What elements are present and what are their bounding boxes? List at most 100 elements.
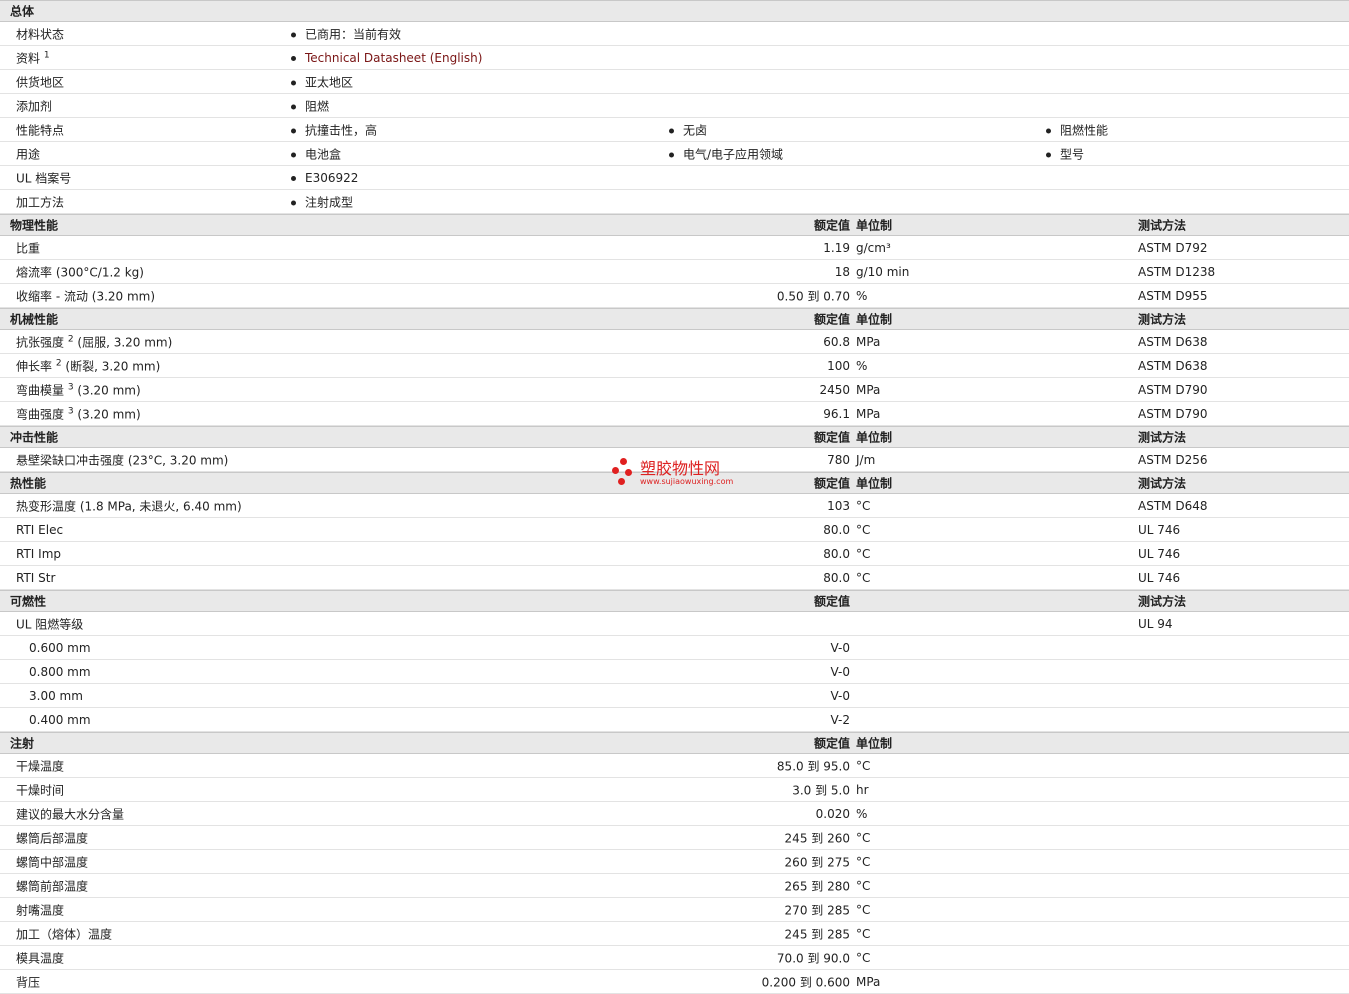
row-label-text: 性能特点: [16, 123, 65, 137]
property-label: 弯曲强度 3 (3.20 mm): [16, 405, 141, 422]
bullet-item: 电池盒: [291, 145, 341, 162]
column-header-rated: 额定值: [813, 218, 850, 233]
property-row: 螺筒前部温度 265 到 280 °C: [0, 874, 1349, 898]
test-method: ASTM D955: [1138, 288, 1208, 303]
bullet-icon: [669, 152, 674, 157]
general-row: 加工方法 注射成型: [0, 190, 1349, 214]
property-label: 干燥温度: [16, 757, 64, 774]
bullet-text: 阻燃性能: [1060, 123, 1109, 137]
bullet-item: 电气/电子应用领域: [669, 145, 783, 162]
column-header-rated: 额定值: [813, 430, 850, 445]
property-condition: (3.20 mm): [73, 407, 141, 421]
property-name: 抗张强度: [16, 335, 65, 349]
property-unit: MPa: [856, 382, 881, 397]
section-title: 冲击性能: [10, 430, 59, 445]
property-row: 螺筒中部温度 260 到 275 °C: [0, 850, 1349, 874]
property-value: 96.1: [823, 406, 850, 421]
property-name: 加工（熔体）温度: [16, 927, 113, 941]
property-value: V-0: [830, 688, 850, 703]
property-unit: °C: [856, 546, 871, 561]
property-name: RTI Imp: [16, 546, 61, 561]
footnote-mark: 1: [43, 50, 50, 60]
property-row: RTI Imp 80.0 °C UL 746: [0, 542, 1349, 566]
bullet-text: E306922: [305, 170, 359, 185]
general-row: 添加剂 阻燃: [0, 94, 1349, 118]
column-header-unit: 单位制: [856, 476, 893, 491]
general-row: 资料 1 Technical Datasheet (English): [0, 46, 1349, 70]
property-unit: °C: [856, 758, 871, 773]
test-method: ASTM D638: [1138, 358, 1208, 373]
bullet-item: 已商用：当前有效: [291, 25, 401, 42]
row-label: 供货地区: [16, 73, 64, 90]
property-row: 射嘴温度 270 到 285 °C: [0, 898, 1349, 922]
property-value: 3.0 到 5.0: [792, 783, 850, 797]
general-row: 性能特点 抗撞击性，高 无卤 阻燃性能: [0, 118, 1349, 142]
property-name: 热变形温度 (1.8 MPa, 未退火, 6.40 mm): [16, 499, 242, 513]
column-header-rated: 额定值: [813, 476, 850, 491]
property-value: V-0: [830, 664, 850, 679]
property-value: 260 到 275: [784, 855, 850, 869]
row-label-text: 材料状态: [16, 27, 65, 41]
property-value: 0.200 到 0.600: [761, 975, 850, 989]
property-row: 弯曲强度 3 (3.20 mm) 96.1 MPa ASTM D790: [0, 402, 1349, 426]
bullet-item: 无卤: [669, 121, 707, 138]
property-row: 收缩率 - 流动 (3.20 mm) 0.50 到 0.70% ASTM D955: [0, 284, 1349, 308]
property-label: RTI Str: [16, 571, 55, 585]
bullet-icon: [291, 128, 296, 133]
property-name: 螺筒中部温度: [16, 855, 89, 869]
property-value: 60.8: [823, 334, 850, 349]
row-label-text: 加工方法: [16, 195, 65, 209]
property-row: 加工（熔体）温度 245 到 285 °C: [0, 922, 1349, 946]
row-label: 材料状态: [16, 25, 64, 42]
property-condition: (3.20 mm): [73, 383, 141, 397]
column-header-rated: 额定值: [813, 312, 850, 327]
property-label: 比重: [16, 239, 40, 256]
column-header-unit: 单位制: [856, 312, 893, 327]
property-row: 热变形温度 (1.8 MPa, 未退火, 6.40 mm) 103 °C ASTM D…: [0, 494, 1349, 518]
property-label: 悬壁梁缺口冲击强度 (23°C, 3.20 mm): [16, 451, 228, 468]
column-header-method: 测试方法: [1138, 312, 1187, 327]
row-label: 添加剂: [16, 97, 52, 114]
property-row: RTI Elec 80.0 °C UL 746: [0, 518, 1349, 542]
property-row: 3.00 mm V-0: [0, 684, 1349, 708]
row-label-text: UL 档案号: [16, 171, 72, 185]
column-header-unit: 单位制: [856, 736, 893, 751]
property-unit: %: [856, 806, 868, 821]
property-name: 弯曲强度: [16, 407, 65, 421]
datasheet-link[interactable]: Technical Datasheet (English): [291, 51, 482, 65]
row-label-text: 供货地区: [16, 75, 65, 89]
property-unit: MPa: [856, 334, 881, 349]
column-header-method: 测试方法: [1138, 430, 1187, 445]
bullet-icon: [291, 175, 296, 181]
property-name: 弯曲模量: [16, 383, 65, 397]
bullet-text: 阻燃: [305, 99, 330, 113]
bullet-icon: [1046, 152, 1051, 157]
test-method: UL 746: [1138, 570, 1181, 585]
property-name: 0.800 mm: [29, 664, 91, 679]
test-method: ASTM D648: [1138, 498, 1208, 513]
property-row: 螺筒后部温度 245 到 260 °C: [0, 826, 1349, 850]
property-label: 收缩率 - 流动 (3.20 mm): [16, 287, 155, 304]
property-name: 建议的最大水分含量: [16, 807, 125, 821]
bullet-text: 亚太地区: [305, 75, 354, 89]
bullet-item: 注射成型: [291, 193, 353, 210]
test-method: ASTM D790: [1138, 406, 1208, 421]
property-row: 建议的最大水分含量 0.020%: [0, 802, 1349, 826]
bullet-icon: [291, 152, 296, 157]
section-header: 物理性能 额定值 单位制 测试方法: [0, 214, 1349, 236]
test-method: ASTM D1238: [1138, 264, 1216, 279]
general-row: 材料状态 已商用：当前有效: [0, 22, 1349, 46]
row-label-text: 用途: [16, 147, 41, 161]
property-value: 103: [827, 498, 850, 513]
property-label: 螺筒前部温度: [16, 877, 88, 894]
section-title: 可燃性: [10, 594, 47, 609]
row-label-text: 资料: [16, 51, 41, 65]
property-unit: hr: [856, 782, 869, 797]
property-row: 悬壁梁缺口冲击强度 (23°C, 3.20 mm) 780 J/m ASTM D256: [0, 448, 1349, 472]
property-name: 射嘴温度: [16, 903, 65, 917]
property-row: 背压 0.200 到 0.600 MPa: [0, 970, 1349, 994]
property-label: 建议的最大水分含量: [16, 805, 124, 822]
section-header: 可燃性 额定值 测试方法: [0, 590, 1349, 612]
property-unit: °C: [856, 926, 871, 941]
property-name: 背压: [16, 975, 41, 989]
